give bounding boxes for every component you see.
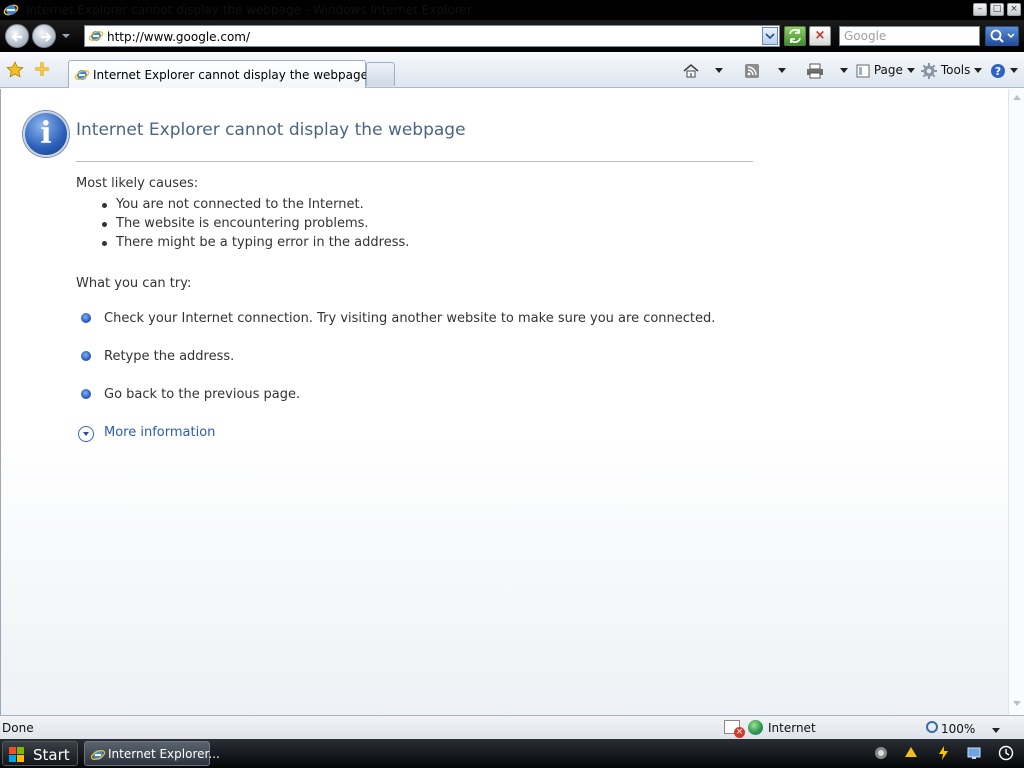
help-menu[interactable]: ? <box>990 60 1018 80</box>
scroll-up-arrow-icon[interactable] <box>1013 95 1021 100</box>
try-heading: What you can try: <box>76 276 192 291</box>
zoom-icon[interactable] <box>926 721 938 733</box>
info-icon: i <box>23 111 69 157</box>
tray-display-icon[interactable] <box>966 745 982 761</box>
security-zone-label[interactable]: Internet <box>768 721 816 735</box>
rss-feed-icon <box>745 63 759 78</box>
forward-arrow-icon <box>41 32 52 42</box>
try-item: Retype the address. <box>104 349 235 364</box>
chevron-down-icon <box>1009 68 1018 73</box>
window-title: Internet Explorer cannot display the web… <box>26 3 472 17</box>
svg-text:?: ? <box>995 65 1001 78</box>
chevron-down-icon <box>906 68 915 73</box>
tray-notification-icon[interactable] <box>903 745 919 761</box>
favorites-center-icon[interactable] <box>5 60 25 80</box>
print-dropdown[interactable] <box>840 60 848 80</box>
address-bar[interactable]: http://www.google.com/ <box>84 25 780 47</box>
home-button[interactable] <box>682 60 700 80</box>
ie-logo-icon <box>3 4 19 16</box>
feeds-dropdown[interactable] <box>778 60 786 80</box>
taskbar: Start Internet Explorer... <box>0 739 1024 768</box>
maximize-button[interactable]: □ <box>990 3 1004 16</box>
taskbar-item-ie[interactable]: Internet Explorer... <box>84 741 220 766</box>
home-dropdown[interactable] <box>715 60 723 80</box>
recent-pages-chevron-icon[interactable] <box>59 31 73 41</box>
home-icon <box>683 63 699 77</box>
cause-item: There might be a typing error in the add… <box>116 235 410 250</box>
protected-mode-icon[interactable] <box>724 720 745 738</box>
try-item: Go back to the previous page. <box>104 387 301 402</box>
bullet <box>102 241 107 246</box>
bullet <box>102 203 107 208</box>
chevron-down-icon <box>840 68 848 73</box>
tray-clock-icon[interactable] <box>998 745 1014 761</box>
ie-logo-icon <box>90 750 106 760</box>
tab-active[interactable]: Internet Explorer cannot display the web… <box>68 60 368 88</box>
ie-page-icon <box>88 31 104 41</box>
gear-icon <box>921 62 937 79</box>
chevron-down-icon <box>765 33 775 40</box>
tray-power-icon[interactable] <box>935 745 951 761</box>
windows-logo-icon <box>9 747 24 762</box>
tools-menu[interactable]: Tools <box>921 60 983 80</box>
blue-bullet-icon <box>81 351 91 361</box>
divider <box>76 161 753 162</box>
new-tab-button[interactable] <box>366 62 395 86</box>
more-information-link[interactable]: More information <box>104 425 215 440</box>
stop-button[interactable]: × <box>809 26 831 46</box>
status-text: Done <box>2 721 34 735</box>
blue-bullet-icon <box>81 389 91 399</box>
printer-icon <box>807 63 823 78</box>
back-arrow-icon <box>11 32 22 42</box>
search-input[interactable]: Google <box>839 26 980 46</box>
forward-button[interactable] <box>32 24 56 48</box>
ie-page-icon <box>74 70 90 80</box>
close-button[interactable]: × <box>1007 3 1021 16</box>
page-icon <box>856 64 870 77</box>
minimize-button[interactable]: – <box>973 3 987 16</box>
scroll-down-arrow-icon[interactable] <box>1013 701 1021 706</box>
chevron-down-icon <box>715 68 723 73</box>
try-item: Check your Internet connection. Try visi… <box>104 311 716 326</box>
page-content: i Internet Explorer cannot display the w… <box>0 89 1008 715</box>
search-button[interactable] <box>985 26 1019 46</box>
expand-chevron-icon[interactable] <box>78 426 94 442</box>
chevron-down-icon <box>778 68 786 73</box>
command-bar: Internet Explorer cannot display the web… <box>0 52 1024 88</box>
chevron-down-icon <box>974 68 983 73</box>
search-icon <box>990 29 1015 43</box>
feeds-button[interactable] <box>744 60 760 80</box>
title-bar: Internet Explorer cannot display the web… <box>0 0 1024 20</box>
chevron-down-icon[interactable] <box>992 728 1000 733</box>
refresh-icon <box>789 29 801 43</box>
back-button[interactable] <box>5 24 29 48</box>
start-button[interactable]: Start <box>2 741 78 766</box>
status-bar: Done Internet 100% <box>0 715 1024 739</box>
print-button[interactable] <box>806 60 824 80</box>
blue-bullet-icon <box>81 313 91 323</box>
refresh-button[interactable] <box>784 26 806 46</box>
address-url[interactable]: http://www.google.com/ <box>107 30 250 44</box>
page-title: Internet Explorer cannot display the web… <box>76 120 466 140</box>
zoom-level[interactable]: 100% <box>941 722 975 736</box>
causes-heading: Most likely causes: <box>76 176 199 191</box>
page-menu-label: Page <box>873 63 903 77</box>
page-menu[interactable]: Page <box>856 60 915 80</box>
tray-network-icon[interactable] <box>873 745 889 761</box>
tab-label: Internet Explorer cannot display the web… <box>93 68 368 82</box>
address-dropdown-button[interactable] <box>762 27 778 45</box>
tools-menu-label: Tools <box>940 63 971 77</box>
globe-icon <box>748 720 763 735</box>
vertical-scrollbar[interactable] <box>1008 89 1024 715</box>
bullet <box>102 222 107 227</box>
start-label: Start <box>33 746 70 764</box>
cause-item: The website is encountering problems. <box>116 216 369 231</box>
cause-item: You are not connected to the Internet. <box>116 197 364 212</box>
help-icon: ? <box>991 63 1005 78</box>
taskbar-item-label: Internet Explorer... <box>108 747 220 761</box>
add-to-favorites-icon[interactable] <box>33 59 51 79</box>
